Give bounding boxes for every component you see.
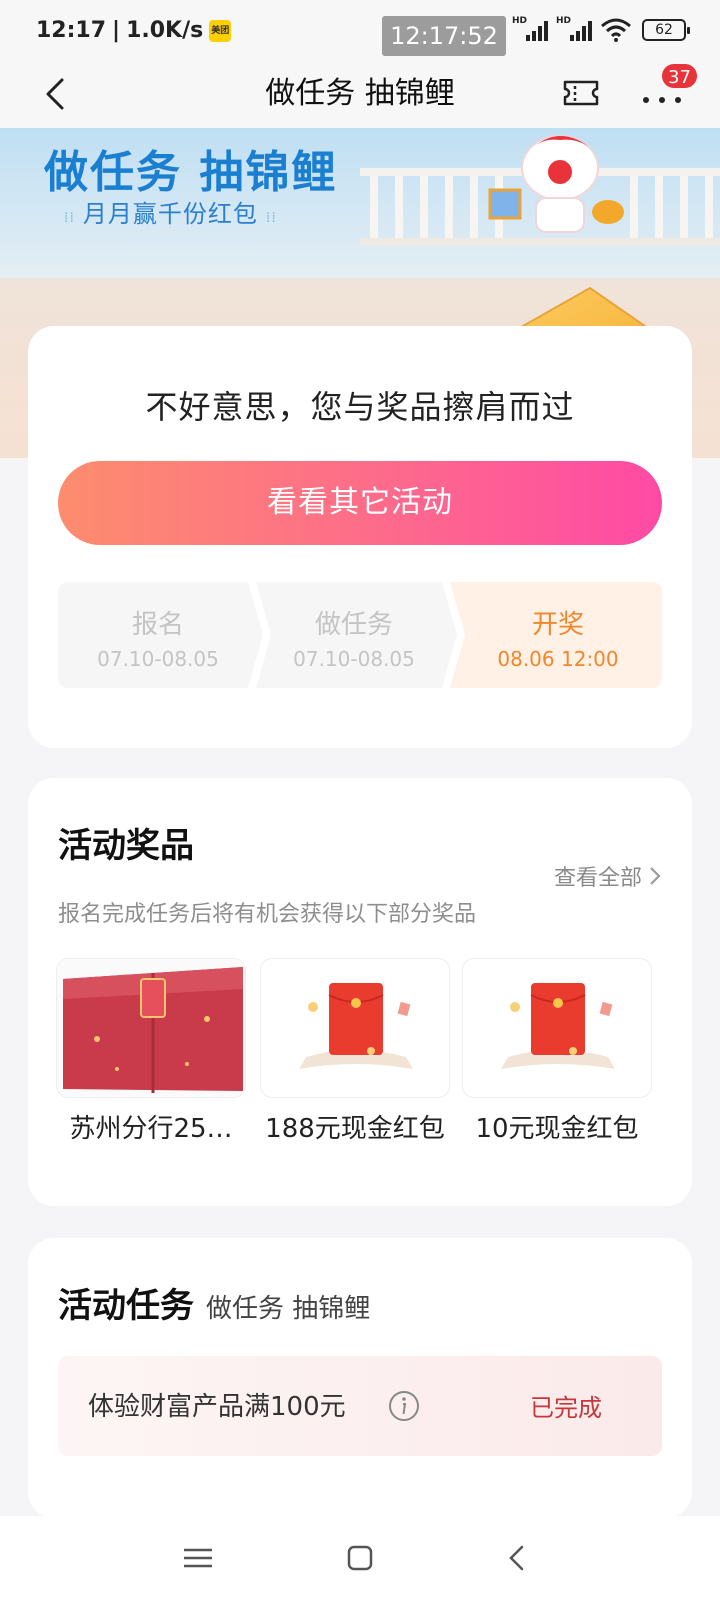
prize-name: 苏州分行25… (69, 1114, 233, 1144)
step-date: 08.06 12:00 (497, 647, 619, 671)
result-message: 不好意思，您与奖品擦肩而过 (145, 388, 575, 426)
progress-steps: 报名 07.10-08.05 做任务 07.10-08.05 开奖 08.06 … (58, 582, 662, 688)
nav-bar: 做任务 抽锦鲤 37 (0, 62, 720, 128)
wifi-icon (601, 18, 631, 42)
info-icon[interactable] (388, 1390, 420, 1422)
step-do-task: 做任务 07.10-08.05 (256, 582, 452, 688)
home-icon[interactable] (340, 1540, 380, 1576)
banner-subtitle-text: 月月赢千份红包 (82, 200, 258, 228)
task-row[interactable]: 体验财富产品满100元 已完成 (58, 1356, 662, 1456)
red-envelope-image (462, 958, 652, 1098)
step-date: 07.10-08.05 (97, 647, 219, 671)
back-icon[interactable] (498, 1540, 538, 1576)
banner-subtitle: ⁞⁞ 月月赢千份红包 ⁞⁞ (56, 194, 285, 229)
tasks-card: 活动任务 做任务 抽锦鲤 体验财富产品满100元 已完成 (28, 1238, 692, 1518)
red-envelope-image (260, 958, 450, 1098)
prize-name: 188元现金红包 (265, 1114, 445, 1144)
prizes-section-title: 活动奖品 (58, 826, 194, 866)
meituan-notification-icon: 美团 (209, 19, 232, 42)
prize-name: 10元现金红包 (475, 1114, 639, 1144)
result-card: 不好意思，您与奖品擦肩而过 看看其它活动 报名 07.10-08.05 做任务 … (28, 326, 692, 748)
step-name: 开奖 (531, 610, 584, 640)
status-left: 12:17 | 1.0K/s 美团 (36, 18, 232, 43)
page-title: 做任务 抽锦鲤 (265, 76, 455, 111)
tasks-subtitle: 做任务 抽锦鲤 (206, 1294, 371, 1324)
view-all-link[interactable]: 查看全部 (554, 860, 662, 892)
clock-pill: 12:17:52 (382, 16, 506, 56)
step-name: 报名 (131, 610, 184, 640)
gift-box-image (56, 958, 246, 1098)
step-name: 做任务 (314, 610, 393, 640)
tasks-section-title: 活动任务 (58, 1286, 194, 1326)
status-bar: 12:17 | 1.0K/s 美团 12:17:52 HD HD 62 (0, 0, 720, 62)
back-arrow-icon[interactable] (36, 72, 80, 116)
signal-icon: HD (556, 16, 592, 41)
prizes-card: 活动奖品 查看全部 报名完成任务后将有机会获得以下部分奖品 苏州分行25… 18… (28, 778, 692, 1206)
step-draw: 开奖 08.06 12:00 (454, 582, 662, 688)
task-status-badge: 已完成 (530, 1394, 602, 1422)
signal-icon: HD (512, 16, 548, 41)
prize-item[interactable]: 苏州分行25… (56, 958, 246, 1145)
prizes-hint: 报名完成任务后将有机会获得以下部分奖品 (58, 902, 477, 927)
mascot-illustration (488, 135, 624, 233)
status-time: 12:17 (36, 18, 107, 43)
step-signup: 报名 07.10-08.05 (58, 582, 258, 688)
step-date: 07.10-08.05 (293, 647, 415, 671)
menu-icon[interactable] (178, 1540, 218, 1576)
decor-dots: ⁞⁞ (265, 210, 277, 226)
notification-count-badge: 37 (660, 62, 699, 90)
screen: 12:17 | 1.0K/s 美团 12:17:52 HD HD 62 做任务 … (0, 0, 720, 1600)
status-right: HD HD 62 (512, 16, 690, 42)
prize-item[interactable]: 188元现金红包 (260, 958, 450, 1145)
view-all-label: 查看全部 (553, 866, 642, 891)
banner-title: 做任务 抽锦鲤 (44, 147, 338, 198)
prize-item[interactable]: 10元现金红包 (462, 958, 652, 1145)
decor-dots: ⁞⁞ (64, 210, 75, 226)
ticket-icon[interactable] (562, 74, 600, 112)
view-other-activities-button[interactable]: 看看其它活动 (58, 461, 662, 545)
chevron-right-icon (650, 867, 661, 885)
task-label: 体验财富产品满100元 (88, 1392, 346, 1422)
network-speed: 1.0K/s (126, 18, 204, 43)
system-nav-bar (0, 1516, 720, 1600)
status-divider: | (112, 18, 121, 43)
battery-icon: 62 (642, 19, 690, 41)
